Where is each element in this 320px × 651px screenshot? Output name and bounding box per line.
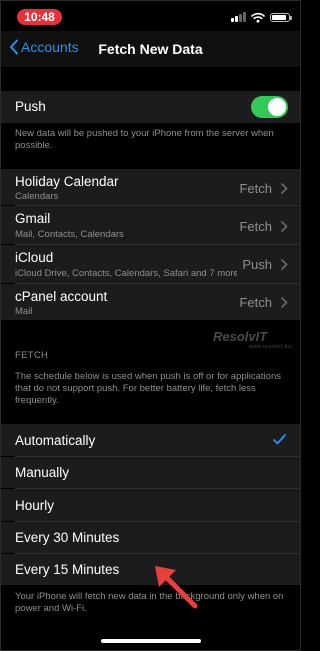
push-footnote: New data will be pushed to your iPhone f… [15,128,274,151]
account-name: Holiday Calendar [15,174,119,189]
account-name: cPanel account [15,289,108,304]
home-indicator[interactable] [101,639,201,643]
fetch-option-label: Automatically [15,433,96,448]
section-spacer [1,67,300,91]
fetch-option[interactable]: Every 30 Minutes [1,522,300,553]
back-button[interactable]: Accounts [9,39,79,55]
account-row[interactable]: cPanel account Mail Fetch [1,284,300,320]
chevron-right-icon [281,183,288,194]
checkmark-icon [273,434,286,445]
account-name: iCloud [15,250,54,265]
fetch-option-label: Hourly [15,498,55,513]
status-bar: 10:48 [1,1,300,31]
account-mode: Fetch [239,181,272,196]
account-services: iCloud Drive, Contacts, Calendars, Safar… [15,268,237,279]
account-mode: Push [242,257,272,272]
chevron-right-icon [281,297,288,308]
fetch-option-label: Manually [15,465,70,480]
push-row: Push [1,91,300,123]
wifi-icon [251,12,265,23]
chevron-right-icon [281,259,288,270]
watermark-subtext: www.resolvit.biz [249,344,293,350]
account-services: Mail [15,306,33,317]
push-toggle[interactable] [251,96,288,118]
back-button-label: Accounts [21,39,79,55]
chevron-right-icon [281,221,288,232]
push-label: Push [15,99,46,114]
watermark-logo: ResolvIT www.resolvit.biz [213,325,293,353]
fetch-option-label: Every 15 Minutes [15,562,120,577]
fetch-section-header: FETCH [15,350,49,361]
chevron-left-icon [10,39,18,55]
phone-screen: 10:48 Accounts Fetch New Data Push New d… [0,0,301,651]
fetch-option-label: Every 30 Minutes [15,530,120,545]
fetch-option[interactable]: Manually [1,457,300,488]
signal-icon [231,12,246,22]
account-row[interactable]: Gmail Mail, Contacts, Calendars Fetch [1,206,300,244]
account-row[interactable]: iCloud iCloud Drive, Contacts, Calendars… [1,245,300,283]
account-row[interactable]: Holiday Calendar Calendars Fetch [1,169,300,205]
account-name: Gmail [15,211,51,226]
status-time[interactable]: 10:48 [17,9,62,25]
fetch-description: The schedule below is used when push is … [15,371,281,406]
status-icons [231,11,292,23]
fetch-option[interactable]: Hourly [1,489,300,521]
account-mode: Fetch [239,295,272,310]
account-services: Calendars [15,191,59,202]
battery-icon [270,12,292,22]
fetch-option[interactable]: Automatically [1,424,300,456]
account-mode: Fetch [239,219,272,234]
navigation-bar: Accounts Fetch New Data [1,31,300,67]
arrow-icon [155,566,198,609]
watermark-text: ResolvIT [213,329,268,344]
push-toggle-knob [268,98,286,116]
account-services: Mail, Contacts, Calendars [15,229,124,240]
